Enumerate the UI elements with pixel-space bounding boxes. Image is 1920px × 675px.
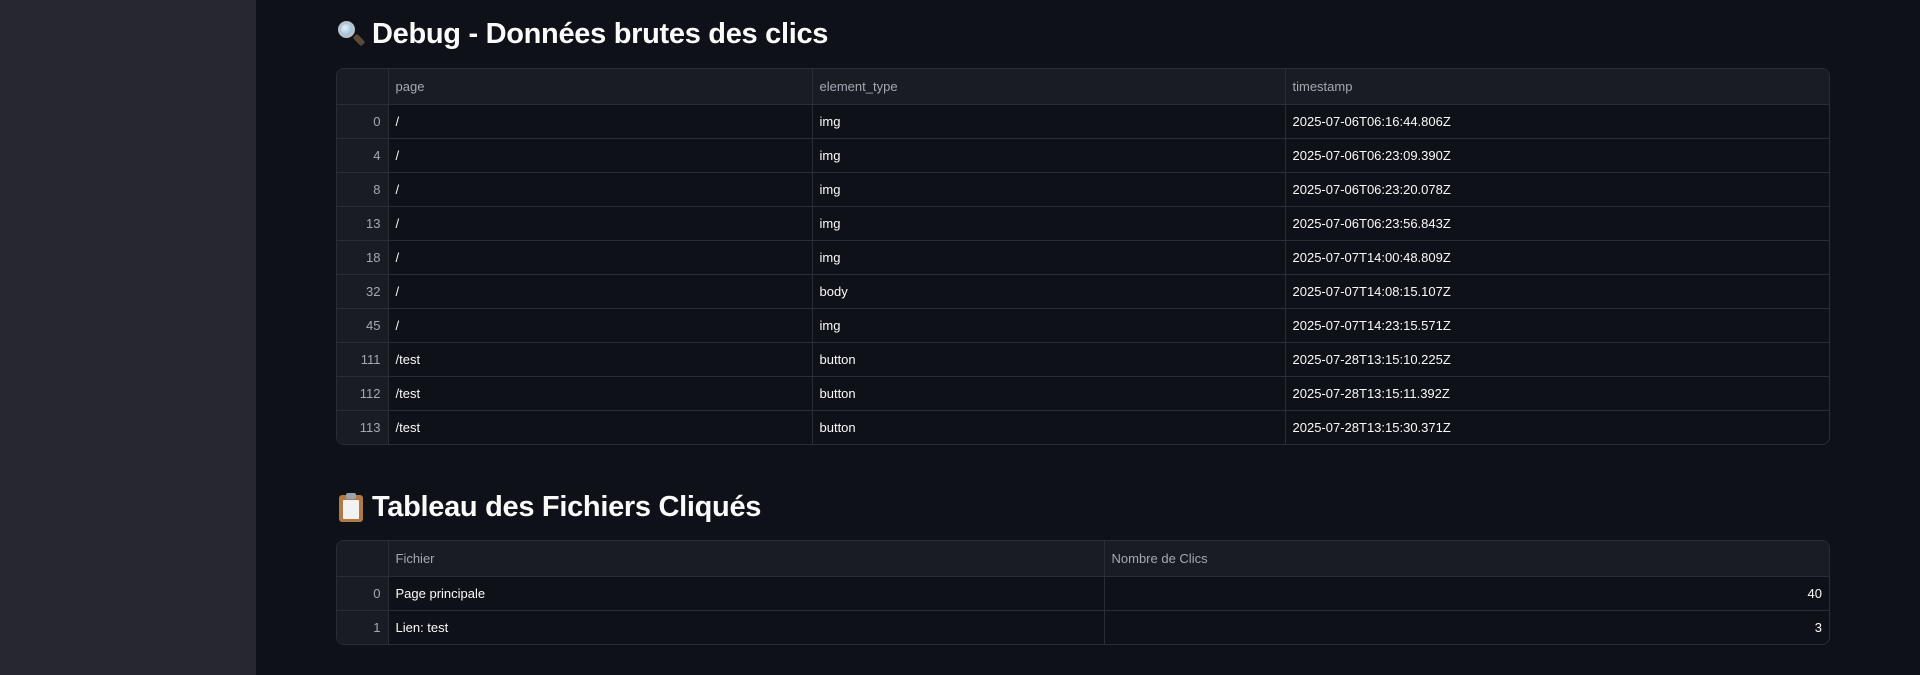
files-section-title: Tableau des Fichiers Cliqués — [336, 489, 761, 525]
sidebar — [0, 0, 256, 675]
row-index[interactable]: 4 — [337, 138, 389, 173]
table-row[interactable]: 0/img 2025-07-06T06:16:44.806Z — [337, 104, 1829, 139]
row-index[interactable]: 45 — [337, 308, 389, 343]
files-table-header-row: Fichier Nombre de Clics — [337, 541, 1829, 577]
app: Debug - Données brutes des clics page el… — [0, 0, 1920, 675]
cell-timestamp[interactable]: 2025-07-07T14:23:15.571Z — [1285, 308, 1829, 343]
cell-page[interactable]: / — [388, 138, 813, 173]
cell-element-type[interactable]: img — [812, 206, 1286, 241]
main-content: Debug - Données brutes des clics page el… — [256, 0, 1920, 675]
cell-clics[interactable]: 40 — [1104, 576, 1829, 611]
table-row[interactable]: 45/img 2025-07-07T14:23:15.571Z — [337, 308, 1829, 343]
debug-col-timestamp[interactable]: timestamp — [1285, 69, 1829, 105]
row-index[interactable]: 0 — [337, 104, 389, 139]
files-title-text: Tableau des Fichiers Cliqués — [372, 491, 762, 523]
row-index[interactable]: 32 — [337, 274, 389, 309]
cell-element-type[interactable]: img — [812, 240, 1286, 275]
cell-element-type[interactable]: body — [812, 274, 1286, 309]
files-col-index[interactable] — [337, 541, 389, 577]
cell-timestamp[interactable]: 2025-07-28T13:15:10.225Z — [1285, 342, 1829, 377]
cell-page[interactable]: / — [388, 206, 813, 241]
debug-section-title: Debug - Données brutes des clics — [336, 16, 828, 52]
cell-page[interactable]: / — [388, 172, 813, 207]
cell-timestamp[interactable]: 2025-07-06T06:16:44.806Z — [1285, 104, 1829, 139]
cell-page[interactable]: / — [388, 274, 813, 309]
cell-element-type[interactable]: button — [812, 410, 1286, 444]
row-index[interactable]: 111 — [337, 342, 389, 377]
table-row[interactable]: 112/test button 2025-07-28T13:15:11.392Z — [337, 376, 1829, 411]
row-index[interactable]: 0 — [337, 576, 389, 611]
table-row[interactable]: 32/body 2025-07-07T14:08:15.107Z — [337, 274, 1829, 309]
table-row[interactable]: 0 Page principale 40 — [337, 576, 1829, 611]
files-table[interactable]: Fichier Nombre de Clics 0 Page principale… — [336, 540, 1830, 645]
cell-timestamp[interactable]: 2025-07-07T14:00:48.809Z — [1285, 240, 1829, 275]
cell-timestamp[interactable]: 2025-07-06T06:23:09.390Z — [1285, 138, 1829, 173]
cell-page[interactable]: /test — [388, 342, 813, 377]
row-index[interactable]: 18 — [337, 240, 389, 275]
row-index[interactable]: 8 — [337, 172, 389, 207]
table-row[interactable]: 13/img 2025-07-06T06:23:56.843Z — [337, 206, 1829, 241]
table-row[interactable]: 111/test button 2025-07-28T13:15:10.225Z — [337, 342, 1829, 377]
cell-page[interactable]: / — [388, 240, 813, 275]
cell-timestamp[interactable]: 2025-07-06T06:23:56.843Z — [1285, 206, 1829, 241]
debug-table-header-row: page element_type timestamp — [337, 69, 1829, 105]
cell-element-type[interactable]: img — [812, 138, 1286, 173]
table-row[interactable]: 1 Lien: test 3 — [337, 610, 1829, 644]
cell-timestamp[interactable]: 2025-07-28T13:15:11.392Z — [1285, 376, 1829, 411]
table-row[interactable]: 4/img 2025-07-06T06:23:09.390Z — [337, 138, 1829, 173]
magnifying-glass-icon — [336, 19, 366, 49]
cell-element-type[interactable]: button — [812, 342, 1286, 377]
cell-page[interactable]: / — [388, 104, 813, 139]
clipboard-icon — [336, 492, 366, 522]
table-row[interactable]: 18/img 2025-07-07T14:00:48.809Z — [337, 240, 1829, 275]
cell-page[interactable]: /test — [388, 410, 813, 444]
debug-col-element-type[interactable]: element_type — [812, 69, 1286, 105]
cell-clics[interactable]: 3 — [1104, 610, 1829, 644]
cell-page[interactable]: /test — [388, 376, 813, 411]
debug-title-text: Debug - Données brutes des clics — [372, 18, 829, 50]
files-col-clics[interactable]: Nombre de Clics — [1104, 541, 1829, 577]
files-col-fichier[interactable]: Fichier — [388, 541, 1105, 577]
debug-table[interactable]: page element_type timestamp 0/img 2025-07… — [336, 68, 1830, 445]
cell-element-type[interactable]: button — [812, 376, 1286, 411]
cell-element-type[interactable]: img — [812, 172, 1286, 207]
table-row[interactable]: 113/test button 2025-07-28T13:15:30.371Z — [337, 410, 1829, 444]
table-row[interactable]: 8/img 2025-07-06T06:23:20.078Z — [337, 172, 1829, 207]
cell-timestamp[interactable]: 2025-07-28T13:15:30.371Z — [1285, 410, 1829, 444]
cell-timestamp[interactable]: 2025-07-07T14:08:15.107Z — [1285, 274, 1829, 309]
debug-col-index[interactable] — [337, 69, 389, 105]
cell-fichier[interactable]: Lien: test — [388, 610, 1105, 644]
row-index[interactable]: 13 — [337, 206, 389, 241]
cell-fichier[interactable]: Page principale — [388, 576, 1105, 611]
cell-element-type[interactable]: img — [812, 104, 1286, 139]
cell-timestamp[interactable]: 2025-07-06T06:23:20.078Z — [1285, 172, 1829, 207]
row-index[interactable]: 1 — [337, 610, 389, 644]
cell-element-type[interactable]: img — [812, 308, 1286, 343]
debug-col-page[interactable]: page — [388, 69, 813, 105]
row-index[interactable]: 112 — [337, 376, 389, 411]
row-index[interactable]: 113 — [337, 410, 389, 444]
cell-page[interactable]: / — [388, 308, 813, 343]
